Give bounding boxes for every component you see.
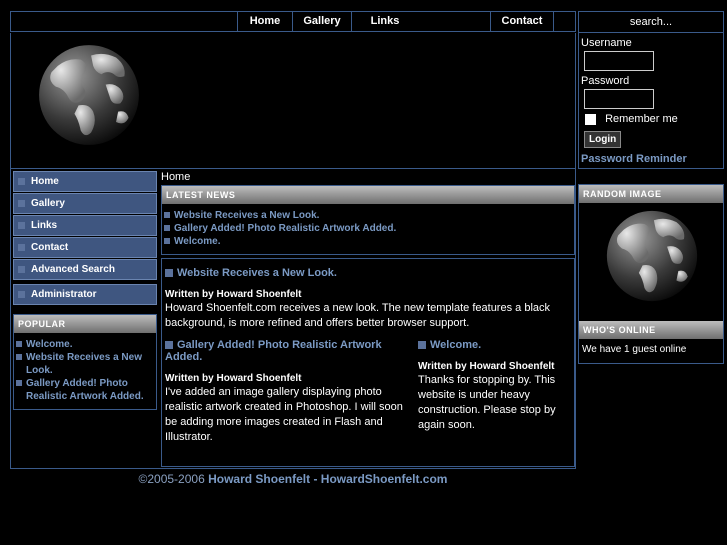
whos-online-title: WHO'S ONLINE	[579, 321, 723, 339]
sidebar-item-contact[interactable]: Contact	[13, 237, 157, 258]
latest-news-title: LATEST NEWS	[162, 186, 574, 204]
sidebar-item-advanced-search[interactable]: Advanced Search	[13, 259, 157, 280]
sidebar-item-links[interactable]: Links	[13, 215, 157, 236]
popular-item[interactable]: Gallery Added! Photo Realistic Artwork A…	[14, 377, 156, 403]
bullet-icon	[18, 290, 25, 298]
footer-separator: -	[313, 472, 318, 486]
site-header	[10, 33, 576, 169]
login-button[interactable]: Login	[584, 131, 622, 148]
bullet-icon	[165, 341, 173, 350]
sidebar-item-administrator[interactable]: Administrator	[13, 284, 157, 305]
sidebar-item-label: Gallery	[31, 198, 65, 209]
breadcrumb: Home	[161, 171, 191, 183]
footer-copyright: ©2005-2006	[138, 472, 205, 486]
bullet-icon	[418, 341, 426, 350]
top-navigation: Home Gallery Links Contact	[10, 11, 576, 32]
article-title[interactable]: Welcome.	[418, 339, 568, 351]
bullet-icon	[18, 177, 25, 185]
random-image-title: RANDOM IMAGE	[579, 185, 723, 203]
sidebar-item-label: Advanced Search	[31, 264, 115, 275]
article-title[interactable]: Website Receives a New Look.	[165, 267, 571, 279]
nav-contact[interactable]: Contact	[490, 12, 554, 31]
password-reminder-link[interactable]: Password Reminder	[581, 153, 723, 165]
whos-online-text: We have 1 guest online	[582, 344, 687, 355]
globe-logo	[39, 45, 139, 145]
password-label: Password	[581, 75, 630, 87]
sidebar-item-label: Home	[31, 176, 59, 187]
remember-label: Remember me	[605, 113, 678, 125]
search-input[interactable]	[578, 11, 724, 33]
footer: ©2005-2006 Howard Shoenfelt - HowardShoe…	[10, 472, 576, 486]
bullet-icon	[18, 221, 25, 229]
sidebar-item-home[interactable]: Home	[13, 171, 157, 192]
latest-news-item[interactable]: Gallery Added! Photo Realistic Artwork A…	[162, 222, 574, 235]
articles-area: Website Receives a New Look. Written by …	[161, 258, 575, 467]
sidebar-item-label: Links	[31, 220, 58, 231]
article-title[interactable]: Gallery Added! Photo Realistic Artwork A…	[165, 339, 417, 363]
footer-name: Howard Shoenfelt	[208, 472, 311, 486]
popular-item[interactable]: Website Receives a New Look.	[14, 351, 156, 377]
username-label: Username	[581, 37, 632, 49]
popular-title: POPULAR	[14, 315, 156, 333]
sidebar-menu: Home Gallery Links Contact Advanced Sear…	[13, 171, 157, 306]
remember-checkbox[interactable]	[585, 113, 596, 125]
sidebar-item-gallery[interactable]: Gallery	[13, 193, 157, 214]
latest-news-module: LATEST NEWS Website Receives a New Look.…	[161, 185, 575, 255]
sidebar-item-label: Administrator	[31, 289, 97, 300]
article-text: I've added an image gallery displaying p…	[165, 386, 403, 443]
password-field[interactable]	[584, 89, 654, 109]
login-form: Username Password Remember me Login Pass…	[578, 33, 724, 169]
nav-home[interactable]: Home	[237, 12, 292, 31]
nav-links[interactable]: Links	[351, 12, 418, 31]
latest-news-item[interactable]: Welcome.	[162, 235, 574, 248]
bullet-icon	[18, 199, 25, 207]
latest-news-item[interactable]: Website Receives a New Look.	[162, 209, 574, 222]
footer-site-link[interactable]: HowardShoenfelt.com	[321, 472, 448, 486]
article-text: Thanks for stopping by. This website is …	[418, 374, 556, 431]
bullet-icon	[18, 265, 25, 273]
popular-module: POPULAR Welcome. Website Receives a New …	[13, 314, 157, 410]
bullet-icon	[165, 269, 173, 278]
right-column: RANDOM IMAGE WHO'S ONLINE We have 1 gues…	[578, 184, 724, 364]
article-byline: Written by Howard Shoenfelt	[165, 373, 302, 384]
nav-gallery[interactable]: Gallery	[292, 12, 351, 31]
random-image[interactable]	[605, 209, 699, 303]
username-field[interactable]	[584, 51, 654, 71]
article-byline: Written by Howard Shoenfelt	[165, 289, 302, 300]
bullet-icon	[18, 243, 25, 251]
popular-item[interactable]: Welcome.	[14, 338, 156, 351]
article-text: Howard Shoenfelt.com receives a new look…	[165, 302, 550, 329]
sidebar-item-label: Contact	[31, 242, 69, 253]
article-byline: Written by Howard Shoenfelt	[418, 361, 555, 372]
